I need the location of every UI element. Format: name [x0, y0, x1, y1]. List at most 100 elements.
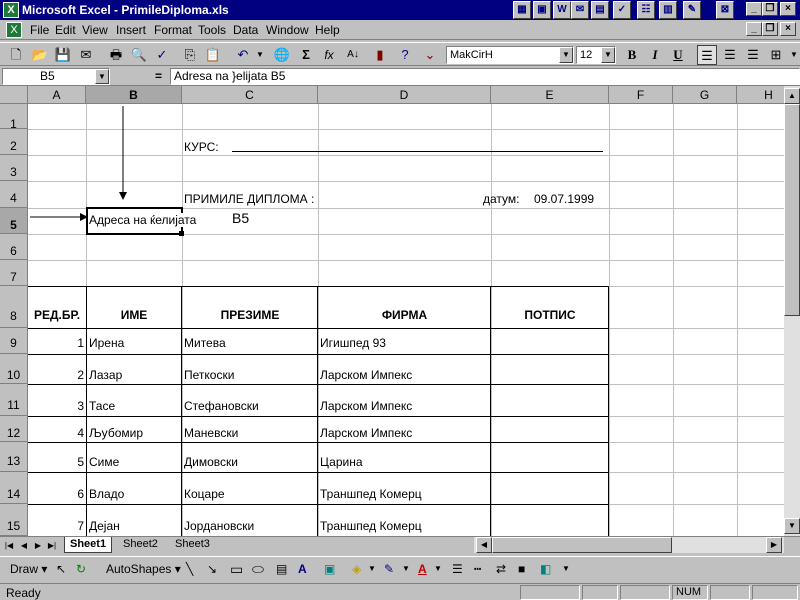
chevron-down-icon[interactable]: ▼ — [559, 47, 573, 63]
font-size-select[interactable]: 12 ▼ — [576, 46, 616, 64]
restore-button[interactable]: ❐ — [762, 2, 778, 16]
text-box-icon[interactable]: ▤ — [276, 561, 287, 577]
tab-sheet1[interactable]: Sheet1 — [64, 537, 113, 553]
row-header[interactable]: 12 — [0, 416, 28, 442]
line-style-icon[interactable]: ☰ — [452, 561, 463, 577]
menu-insert[interactable]: Insert — [116, 23, 146, 37]
help-icon[interactable]: ? — [395, 45, 415, 65]
fill-color-icon[interactable]: ◈ — [352, 561, 361, 577]
doc-close-button[interactable]: × — [780, 22, 796, 36]
last-sheet-icon[interactable]: ▶| — [46, 539, 58, 553]
doc-restore-button[interactable]: ❐ — [762, 22, 778, 36]
menu-edit[interactable]: Edit — [55, 23, 76, 37]
print-icon[interactable]: 🖶 — [106, 45, 126, 65]
spreadsheet-grid[interactable]: A B C D E F G H 1 2 3 4 5 6 7 8 9 10 11 … — [0, 86, 784, 536]
menu-format[interactable]: Format — [154, 23, 192, 37]
formatting-options-icon[interactable]: ⌄ — [420, 45, 440, 65]
vertical-scrollbar[interactable]: ▲ ▼ — [784, 86, 800, 536]
excel-app-icon[interactable]: X — [3, 2, 19, 18]
calendar-icon[interactable]: ▤ — [591, 1, 609, 19]
arrow-icon[interactable]: ↘ — [207, 561, 217, 577]
autoshapes-menu-button[interactable]: AutoShapes ▾ — [106, 561, 181, 577]
underline-button[interactable]: U — [668, 45, 688, 65]
line-icon[interactable]: ╲ — [186, 561, 193, 577]
arrow-style-icon[interactable]: ⇄ — [496, 561, 506, 577]
row-header[interactable]: 10 — [0, 354, 28, 384]
rectangle-icon[interactable]: ▭ — [230, 561, 243, 577]
save-icon[interactable]: 💾 — [53, 45, 73, 65]
new-icon[interactable]: 🗋 — [6, 45, 26, 65]
align-center-icon[interactable]: ☰ — [720, 45, 740, 65]
folder-icon[interactable]: ▣ — [533, 1, 551, 19]
first-sheet-icon[interactable]: |◀ — [3, 539, 15, 553]
autosum-icon[interactable]: Σ — [296, 45, 316, 65]
draw-menu-button[interactable]: Draw ▾ — [10, 561, 47, 577]
row-header[interactable]: 11 — [0, 384, 28, 416]
select-objects-icon[interactable]: ↖ — [56, 561, 66, 577]
paste-icon[interactable]: 📋 — [203, 45, 223, 65]
close-button[interactable]: × — [780, 2, 796, 16]
clip-art-icon[interactable]: ▣ — [324, 561, 335, 577]
prev-sheet-icon[interactable]: ◀ — [18, 539, 30, 553]
scroll-left-icon[interactable]: ◀ — [476, 537, 492, 553]
email-icon[interactable]: ✉ — [76, 45, 96, 65]
undo-dropdown-icon[interactable]: ▼ — [250, 45, 270, 65]
hyperlink-icon[interactable]: 🌐 — [272, 45, 292, 65]
mail-icon[interactable]: ✉ — [571, 1, 589, 19]
notes-icon[interactable]: ▥ — [659, 1, 677, 19]
chart-wizard-icon[interactable]: ▮ — [370, 45, 390, 65]
more-drawing-buttons-icon[interactable]: ▼ — [562, 561, 570, 577]
chevron-down-icon[interactable]: ▼ — [95, 69, 109, 84]
journal-icon[interactable]: ✎ — [683, 1, 701, 19]
formula-input[interactable]: Adresa na }elijata B5 — [170, 68, 800, 85]
align-left-icon[interactable]: ☰ — [697, 45, 717, 65]
tab-sheet3[interactable]: Sheet3 — [170, 537, 215, 553]
horizontal-scrollbar[interactable]: ◀ ▶ — [474, 537, 784, 553]
edit-formula-button[interactable]: = — [155, 69, 162, 83]
dash-style-icon[interactable]: ┅ — [474, 561, 481, 577]
row-header[interactable]: 13 — [0, 442, 28, 472]
line-color-icon[interactable]: ✎ — [384, 561, 394, 577]
minimize-button[interactable]: _ — [746, 2, 762, 16]
line-color-dropdown-icon[interactable]: ▼ — [402, 561, 410, 577]
row-header[interactable]: 9 — [0, 328, 28, 354]
tab-sheet2[interactable]: Sheet2 — [118, 537, 163, 553]
row-header[interactable]: 14 — [0, 472, 28, 504]
outlook-icon[interactable]: ⊠ — [716, 1, 734, 19]
horizontal-scroll-thumb[interactable] — [492, 537, 672, 553]
menu-view[interactable]: View — [82, 23, 108, 37]
tasks-icon[interactable]: ✓ — [613, 1, 631, 19]
row-header[interactable]: 8 — [0, 286, 28, 328]
free-rotate-icon[interactable]: ↻ — [76, 561, 86, 577]
menu-data[interactable]: Data — [233, 23, 258, 37]
menu-file[interactable]: File — [30, 23, 49, 37]
menu-help[interactable]: Help — [315, 23, 340, 37]
font-color-dropdown-icon[interactable]: ▼ — [434, 561, 442, 577]
bold-button[interactable]: B — [622, 45, 642, 65]
fill-color-dropdown-icon[interactable]: ▼ — [368, 561, 376, 577]
row-header[interactable]: 15 — [0, 504, 28, 536]
print-preview-icon[interactable]: 🔍 — [129, 45, 149, 65]
chevron-down-icon[interactable]: ▼ — [601, 47, 615, 63]
italic-button[interactable]: I — [645, 45, 665, 65]
sort-ascending-icon[interactable]: A↓ — [343, 45, 363, 65]
next-sheet-icon[interactable]: ▶ — [32, 539, 44, 553]
more-buttons-icon[interactable]: ▼ — [784, 45, 800, 65]
copy-icon[interactable]: ⎘ — [180, 45, 200, 65]
scroll-down-icon[interactable]: ▼ — [784, 518, 800, 534]
wordart-icon[interactable]: A — [298, 561, 307, 577]
doc-minimize-button[interactable]: _ — [746, 22, 762, 36]
vertical-scroll-thumb[interactable] — [784, 104, 800, 316]
word-icon[interactable]: W — [553, 1, 571, 19]
office-icon[interactable]: ▦ — [513, 1, 531, 19]
function-icon[interactable]: fx — [319, 45, 339, 65]
scroll-up-icon[interactable]: ▲ — [784, 88, 800, 104]
workbook-icon[interactable]: X — [6, 22, 22, 38]
menu-window[interactable]: Window — [266, 23, 309, 37]
3d-icon[interactable]: ◧ — [540, 561, 551, 577]
contacts-icon[interactable]: ☷ — [637, 1, 655, 19]
font-color-icon[interactable]: A — [418, 561, 427, 577]
spelling-icon[interactable]: ✓ — [152, 45, 172, 65]
font-name-select[interactable]: MakCirH ▼ — [446, 46, 574, 64]
name-box[interactable]: B5 ▼ — [2, 68, 110, 85]
